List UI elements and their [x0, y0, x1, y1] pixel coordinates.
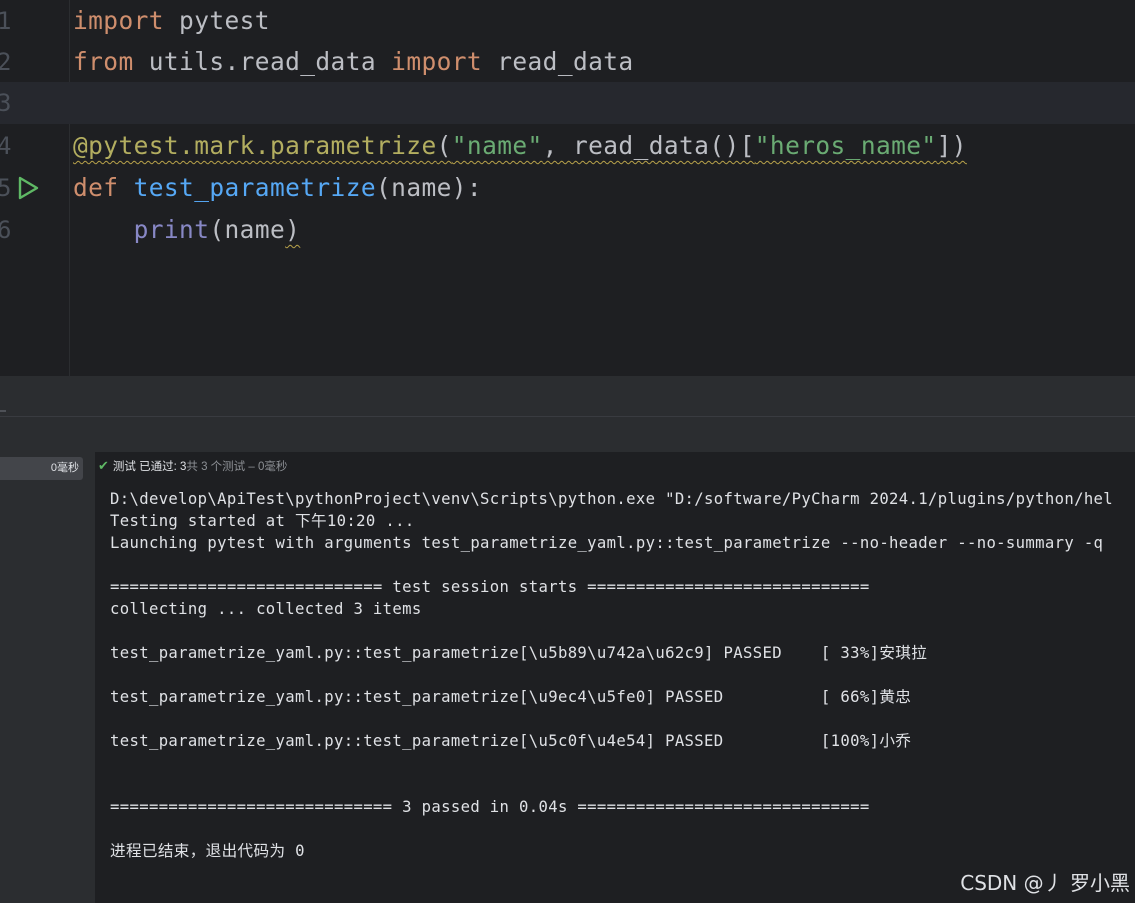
code-token: test_parametrize [133, 173, 377, 202]
status-summary: 共 3 个测试 – 0毫秒 [186, 461, 288, 473]
test-status-bar: ✔ 测试 已通过: 3共 3 个测试 – 0毫秒 [98, 456, 287, 476]
code-line-1[interactable]: 1 import pytest [0, 0, 1135, 42]
code-token: read_data [482, 47, 634, 76]
console-line: 进程已结束，退出代码为 0 [110, 842, 305, 860]
console-line: test_parametrize_yaml.py::test_parametri… [110, 732, 912, 750]
code-text: def test_parametrize(name): [73, 167, 482, 209]
code-token: (name): [376, 173, 483, 202]
console-line: test_parametrize_yaml.py::test_parametri… [110, 688, 912, 706]
console-line: Testing started at 下午10:20 ... [110, 512, 415, 530]
check-icon: ✔ [98, 458, 109, 473]
console-line: test_parametrize_yaml.py::test_parametri… [110, 644, 928, 662]
code-line-5[interactable]: 5 def test_parametrize(name): [0, 167, 1135, 209]
line-number: 2 [0, 48, 12, 76]
run-tool-window-header [0, 416, 1135, 453]
code-token: utils.read_data [133, 47, 392, 76]
code-line-2[interactable]: 2 from utils.read_data import read_data [0, 41, 1135, 83]
code-token: @pytest.mark.parametrize [73, 131, 437, 160]
code-token: ]) [936, 131, 967, 160]
code-token: print [133, 215, 210, 244]
code-text: @pytest.mark.parametrize("name", read_da… [73, 125, 967, 167]
line-number: 4 [0, 132, 12, 160]
line-number: 6 [0, 216, 12, 244]
test-tree-root-row[interactable]: 0毫秒 [0, 457, 83, 480]
status-passed: 测试 已通过: 3 [112, 461, 187, 473]
code-token: import [391, 47, 483, 76]
test-results-tree[interactable]: 0毫秒 [0, 452, 95, 903]
code-editor[interactable]: 1 import pytest 2 from utils.read_data i… [0, 0, 1135, 376]
code-token: "name" [451, 131, 543, 160]
code-token: from [73, 47, 134, 76]
code-text: import pytest [73, 0, 270, 42]
line-number: 3 [0, 89, 12, 117]
code-token: ( [436, 131, 452, 160]
code-line-3[interactable]: 3 [0, 82, 1135, 124]
code-token: "heros_name" [754, 131, 937, 160]
code-text: print(name) [73, 209, 300, 251]
code-token: import [73, 6, 164, 35]
line-number: 1 [0, 7, 12, 35]
code-line-4[interactable]: 4 @pytest.mark.parametrize("name", read_… [0, 125, 1135, 167]
code-token: ) [285, 215, 301, 244]
watermark: CSDN @丿 罗小黑 [960, 871, 1130, 895]
editor-status-strip [0, 376, 1135, 416]
run-console[interactable]: ✔ 测试 已通过: 3共 3 个测试 – 0毫秒 D:\develop\ApiTe… [95, 452, 1135, 903]
console-line: ============================= 3 passed i… [110, 798, 870, 816]
console-line: ============================ test sessio… [110, 578, 870, 596]
console-line: D:\develop\ApiTest\pythonProject\venv\Sc… [110, 490, 1114, 508]
test-duration: 0毫秒 [50, 462, 79, 474]
code-text: from utils.read_data import read_data [73, 41, 634, 83]
console-line: Launching pytest with arguments test_par… [110, 534, 1104, 552]
strip-marker [0, 410, 6, 412]
console-line: collecting ... collected 3 items [110, 600, 422, 618]
code-line-6[interactable]: 6 print(name) [0, 209, 1135, 251]
run-gutter-icon[interactable] [15, 175, 41, 201]
code-token: pytest [163, 6, 270, 35]
code-token: , read_data()[ [542, 131, 755, 160]
code-token: def [73, 173, 119, 202]
code-token: (name [209, 215, 286, 244]
line-number: 5 [0, 174, 12, 202]
